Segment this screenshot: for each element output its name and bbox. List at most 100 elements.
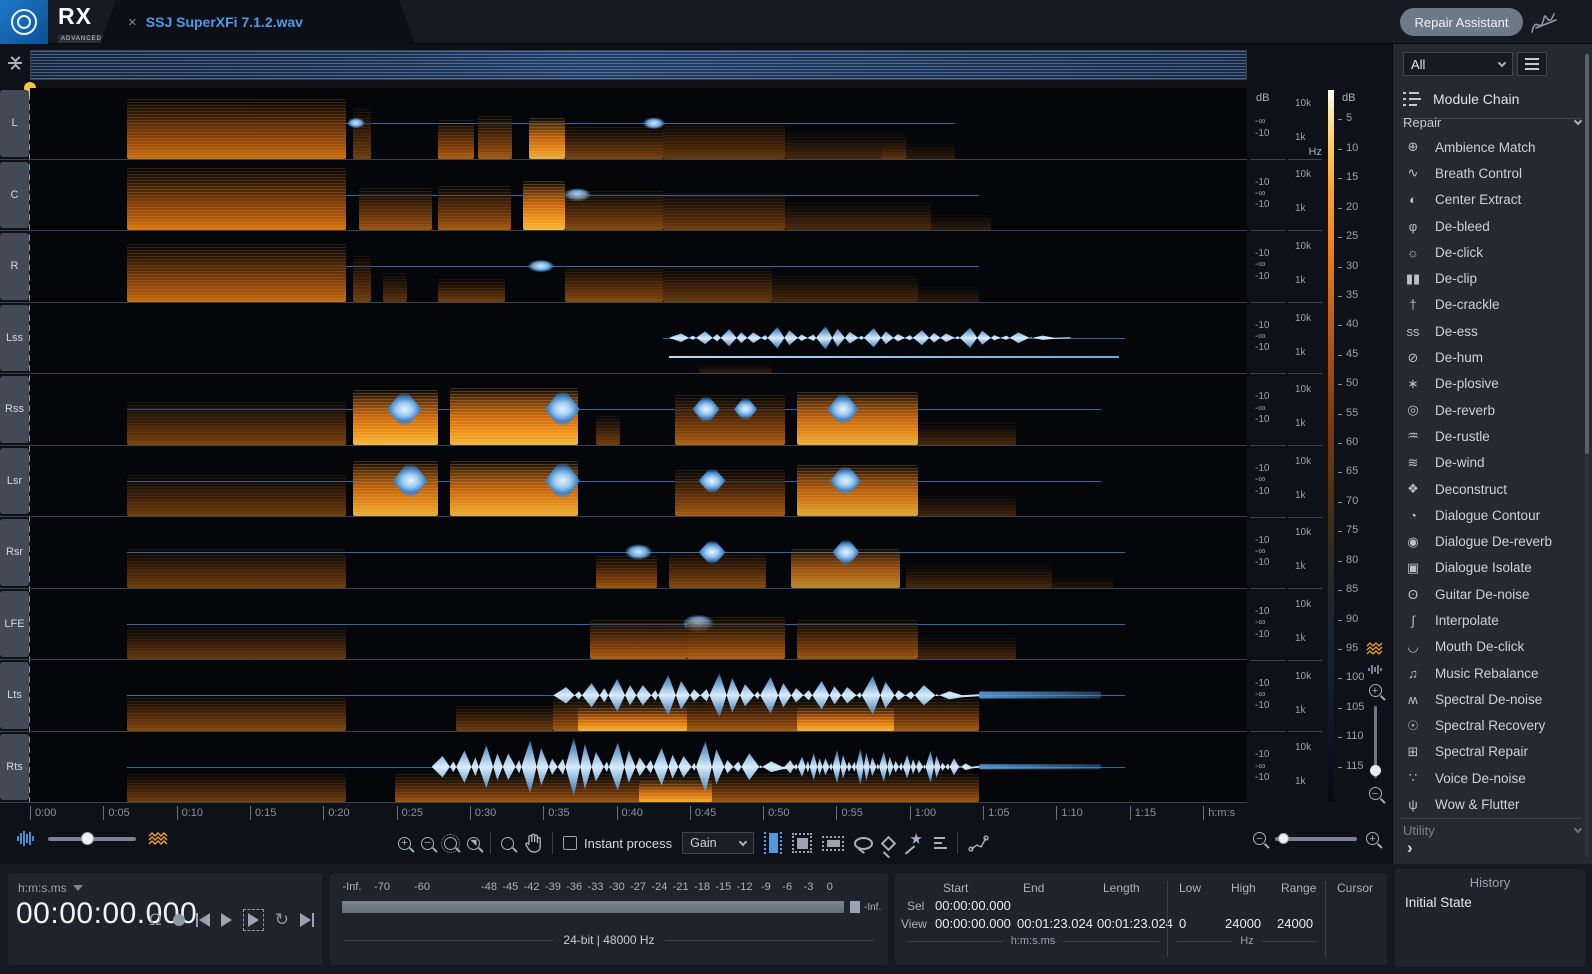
module-menu-button[interactable] [1517,52,1547,76]
zoom-reset-icon[interactable]: ◥ [467,837,480,850]
high-value[interactable]: 24000 [1225,916,1261,931]
file-tab[interactable]: × SSJ SuperXFi 7.1.2.wav [100,0,415,44]
module-item-de-rustle[interactable]: ♒De-rustle [1403,423,1579,449]
lasso-selection-tool[interactable] [854,837,873,850]
channel-label[interactable]: LFE [0,591,29,658]
module-item-spectral-de-noise[interactable]: ʍSpectral De-noise [1403,686,1579,712]
module-item-de-bleed[interactable]: φDe-bleed [1403,213,1579,239]
module-item-dialogue-isolate[interactable]: ▣Dialogue Isolate [1403,555,1579,581]
balance-knob[interactable] [81,832,94,845]
channel-label[interactable]: R [0,233,29,300]
zoom-out-icon[interactable]: − [421,837,434,850]
channel-label[interactable]: Lts [0,662,29,729]
channel-label[interactable]: Lsr [0,448,29,515]
play-selection-icon[interactable] [243,909,264,931]
repair-assistant-button[interactable]: Repair Assistant [1400,8,1523,36]
module-item-de-crackle[interactable]: †De-crackle [1403,292,1579,318]
process-dropdown[interactable]: Gain [682,832,754,854]
vertical-zoom-slider[interactable] [1374,706,1377,778]
module-item-wow-flutter[interactable]: ψWow & Flutter [1403,791,1579,817]
waveform-icon[interactable] [16,830,36,847]
channel-spectrogram[interactable] [30,231,1247,302]
module-item-voice-de-noise[interactable]: ∵Voice De-noise [1403,765,1579,791]
find-similar-tool[interactable] [934,837,947,850]
magic-wand-tool[interactable] [904,833,924,853]
time-selection-tool[interactable] [764,832,782,854]
zoom-selection-icon[interactable] [444,837,457,850]
channel-spectrogram[interactable] [30,160,1247,231]
skip-to-end-icon[interactable] [300,913,314,927]
h-zoom-out-icon[interactable]: − [1253,832,1266,845]
channel-spectrogram[interactable] [30,88,1247,159]
time-frequency-selection-tool[interactable] [792,833,812,853]
instant-process-checkbox[interactable] [563,836,577,850]
spectrogram-view-icon[interactable] [1366,642,1384,655]
meter-bar[interactable] [342,901,844,913]
module-item-de-plosive[interactable]: ∗De-plosive [1403,371,1579,397]
sidebar-scrollbar-thumb[interactable] [1585,54,1589,454]
view-start-value[interactable]: 00:00:00.000 [935,916,1011,931]
channel-label[interactable]: Lss [0,305,29,372]
module-item-spectral-recovery[interactable]: ☉Spectral Recovery [1403,713,1579,739]
channel-spectrogram[interactable] [30,732,1247,803]
channel-label[interactable]: Rsr [0,519,29,586]
brush-selection-tool[interactable] [881,835,897,851]
channel-spectrogram[interactable] [30,589,1247,660]
module-item-mouth-de-click[interactable]: ◡Mouth De-click [1403,634,1579,660]
vertical-zoom-knob[interactable] [1370,765,1381,776]
channel-spectrogram[interactable] [30,374,1247,445]
low-value[interactable]: 0 [1179,916,1186,931]
h-zoom-in-icon[interactable]: + [1366,832,1379,845]
module-item-de-ess[interactable]: ssDe-ess [1403,318,1579,344]
sidebar-expand-arrow[interactable]: › [1407,838,1413,858]
monitor-headphones-icon[interactable]: Ω [149,912,162,928]
record-icon[interactable] [173,914,185,926]
module-item-de-hum[interactable]: ⊘De-hum [1403,344,1579,370]
collapse-overview-icon[interactable] [8,54,22,72]
channel-spectrogram[interactable] [30,660,1247,731]
range-value[interactable]: 24000 [1277,916,1313,931]
channel-label[interactable]: Rss [0,376,29,443]
module-item-music-rebalance[interactable]: ♫Music Rebalance [1403,660,1579,686]
skip-to-start-icon[interactable] [196,913,210,927]
module-item-spectral-repair[interactable]: ⊞Spectral Repair [1403,739,1579,765]
channel-label[interactable]: C [0,162,29,229]
module-item-ambience-match[interactable]: ⊕Ambience Match [1403,134,1579,160]
channel-label[interactable]: Rts [0,734,29,801]
sidebar-scrollbar[interactable] [1585,52,1589,858]
channel-spectrogram[interactable] [30,446,1247,517]
h-zoom-knob[interactable] [1278,833,1289,844]
waveform-spectrogram-balance-slider[interactable] [48,837,136,841]
grab-tool-icon[interactable] [524,833,542,853]
time-format-dropdown[interactable]: h:m:s.ms [18,881,83,895]
module-item-de-reverb[interactable]: ◎De-reverb [1403,397,1579,423]
module-item-dialogue-de-reverb[interactable]: ◉Dialogue De-reverb [1403,528,1579,554]
meter-clip-indicator[interactable] [850,901,860,913]
module-filter-dropdown[interactable]: All [1403,52,1513,76]
channel-spectrogram[interactable] [30,517,1247,588]
module-item-breath-control[interactable]: ∿Breath Control [1403,160,1579,186]
h-zoom-slider[interactable] [1275,837,1357,841]
sel-start-value[interactable]: 00:00:00.000 [935,898,1011,913]
declick-points-icon[interactable] [968,834,990,852]
izotope-logo[interactable] [0,0,48,44]
module-item-deconstruct[interactable]: ❖Deconstruct [1403,476,1579,502]
module-item-de-click[interactable]: ☼De-click [1403,239,1579,265]
view-length-value[interactable]: 00:01:23.024 [1097,916,1173,931]
play-icon[interactable] [221,913,232,927]
tab-close-icon[interactable]: × [128,14,137,31]
module-item-dialogue-contour[interactable]: ◔Dialogue Contour [1403,502,1579,528]
vertical-zoom-in-icon[interactable]: + [1369,684,1382,697]
history-item[interactable]: Initial State [1405,893,1575,912]
magnify-tool-icon[interactable] [501,837,514,850]
module-item-center-extract[interactable]: ◐Center Extract [1403,187,1579,213]
module-item-de-wind[interactable]: ≋De-wind [1403,450,1579,476]
waveform-view-icon[interactable] [1368,664,1382,675]
view-end-value[interactable]: 00:01:23.024 [1017,916,1093,931]
channel-spectrogram[interactable] [30,303,1247,374]
module-item-de-clip[interactable]: ▮▮De-clip [1403,265,1579,291]
module-chain-item[interactable]: Module Chain [1403,86,1519,112]
channel-label[interactable]: L [0,90,29,157]
loop-icon[interactable]: ↻ [275,912,289,928]
zoom-in-icon[interactable]: + [398,837,411,850]
